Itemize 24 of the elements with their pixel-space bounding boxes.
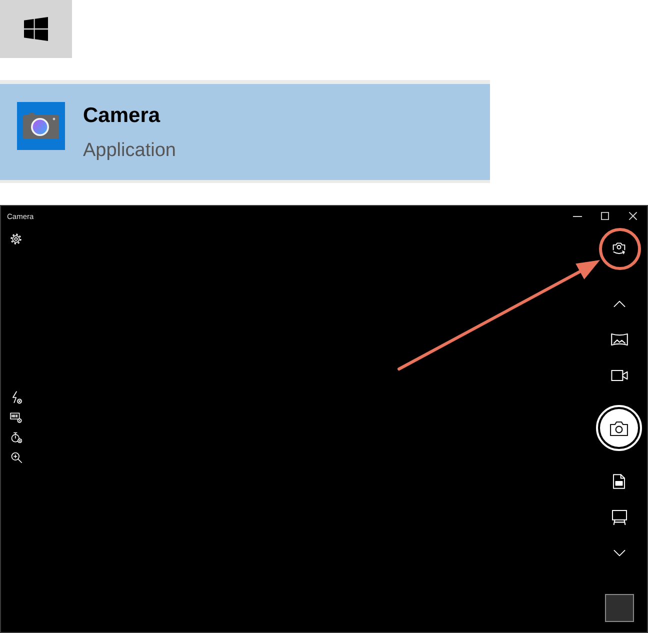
close-icon[interactable] [629,212,637,220]
camera-icon [610,420,628,436]
settings-icon[interactable] [10,233,22,245]
gallery-thumbnail[interactable] [604,594,634,622]
document-icon[interactable] [613,474,625,488]
chevron-up-icon[interactable] [612,300,626,306]
switch-camera-icon[interactable] [611,241,627,255]
highlight-circle [599,228,641,270]
flash-icon[interactable] [10,390,22,404]
hdr-icon[interactable] [10,412,22,422]
zoom-icon[interactable] [10,452,22,462]
camera-app-icon [17,102,65,150]
easel-icon[interactable] [612,510,626,524]
windows-logo-icon [24,17,48,41]
app-type: Application [83,140,176,162]
shutter-button[interactable] [596,405,642,451]
panorama-icon[interactable] [610,332,628,346]
app-name: Camera [83,104,160,128]
timer-icon[interactable] [10,432,22,442]
maximize-icon[interactable] [601,212,609,220]
chevron-down-icon[interactable] [612,550,626,556]
video-camera-icon[interactable] [610,370,628,380]
search-result[interactable]: Camera Application [0,80,490,183]
start-button[interactable] [0,0,72,58]
